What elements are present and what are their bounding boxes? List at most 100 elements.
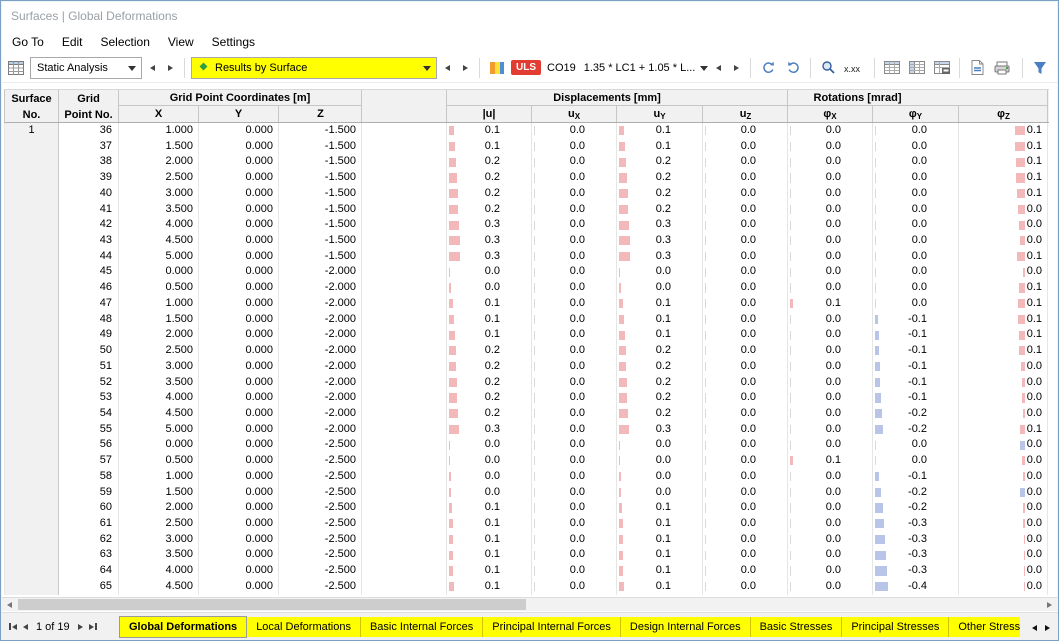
export-report-icon[interactable] <box>966 57 988 79</box>
analysis-next-button[interactable] <box>163 58 178 78</box>
horizontal-scrollbar[interactable] <box>2 597 1057 611</box>
table-row[interactable]: 1 36 1.000 0.000 -1.500 0.1 0.0 0.1 0.0 0.0 0.0 0.1 <box>5 123 1049 139</box>
value-bar <box>1019 220 1025 230</box>
table-row[interactable]: 44 5.000 0.000 -1.500 0.3 0.0 0.3 0.0 0.0 0.0 0.1 <box>5 248 1049 265</box>
table-row[interactable]: 61 2.500 0.000 -2.500 0.1 0.0 0.1 0.0 0.0 -0.3 0.0 <box>5 515 1049 532</box>
table-row[interactable]: 64 4.000 0.000 -2.500 0.1 0.0 0.1 0.0 0.0 -0.3 0.0 <box>5 563 1049 579</box>
cell-value: 0.1 <box>484 532 500 545</box>
scrollbar-thumb[interactable] <box>18 599 526 610</box>
menu-item-view[interactable]: View <box>159 33 203 51</box>
table-row[interactable]: 65 4.500 0.000 -2.500 0.1 0.0 0.1 0.0 0.0 -0.4 0.0 <box>5 578 1049 595</box>
table-row[interactable]: 52 3.500 0.000 -2.000 0.2 0.0 0.2 0.0 0.0 -0.1 0.0 <box>5 374 1049 391</box>
table-row[interactable]: 62 3.000 0.000 -2.500 0.1 0.0 0.1 0.0 0.0 -0.3 0.0 <box>5 531 1049 548</box>
table-row[interactable]: 56 0.000 0.000 -2.500 0.0 0.0 0.0 0.0 0.0 0.0 0.0 <box>5 437 1049 454</box>
tab-principal-stresses[interactable]: Principal Stresses <box>842 616 950 637</box>
u-total-cell: 0.0 <box>447 264 532 281</box>
table-row[interactable]: 50 2.500 0.000 -2.000 0.2 0.0 0.2 0.0 0.0 -0.1 0.1 <box>5 343 1049 359</box>
table-row[interactable]: 37 1.500 0.000 -1.500 0.1 0.0 0.1 0.0 0.0 0.0 0.1 <box>5 138 1049 155</box>
scroll-right-button[interactable] <box>1042 598 1057 611</box>
results-prev-button[interactable] <box>440 58 455 78</box>
tab-basic-internal-forces[interactable]: Basic Internal Forces <box>360 616 484 637</box>
table-row[interactable]: 48 1.500 0.000 -2.000 0.1 0.0 0.1 0.0 0.0 -0.1 0.1 <box>5 311 1049 328</box>
last-page-button[interactable] <box>88 621 98 632</box>
value-bar <box>1016 157 1025 167</box>
analysis-prev-button[interactable] <box>145 58 160 78</box>
combination-prev-button[interactable] <box>711 58 726 78</box>
print-icon[interactable] <box>991 57 1013 79</box>
combination-next-button[interactable] <box>729 58 744 78</box>
table-row[interactable]: 60 2.000 0.000 -2.500 0.1 0.0 0.1 0.0 0.0 -0.2 0.0 <box>5 500 1049 516</box>
bottom-bar: 1 of 19 Global Deformations Local Deforma… <box>1 612 1058 640</box>
spacer-cell <box>362 358 447 375</box>
cell-value: 0.0 <box>569 281 585 294</box>
table-print-icon[interactable] <box>931 57 953 79</box>
decimal-places-icon[interactable]: x.xx <box>842 57 868 79</box>
table-row[interactable]: 43 4.500 0.000 -1.500 0.3 0.0 0.3 0.0 0.0 0.0 0.0 <box>5 233 1049 249</box>
next-page-button[interactable] <box>77 622 84 632</box>
chevron-down-icon[interactable] <box>700 65 709 75</box>
menu-item-settings[interactable]: Settings <box>203 33 264 51</box>
search-values-icon[interactable] <box>817 57 839 79</box>
results-next-button[interactable] <box>458 58 473 78</box>
table-filter-view-icon[interactable] <box>906 57 928 79</box>
u-x-cell: 0.0 <box>532 123 617 139</box>
table-row[interactable]: 59 1.500 0.000 -2.500 0.0 0.0 0.0 0.0 0.0 -0.2 0.0 <box>5 484 1049 501</box>
coord-y-cell: 0.000 <box>199 437 279 454</box>
coord-y-cell: 0.000 <box>199 578 279 595</box>
tab-scroll-left-button[interactable] <box>1032 618 1037 636</box>
table-row[interactable]: 63 3.500 0.000 -2.500 0.1 0.0 0.1 0.0 0.0 -0.3 0.0 <box>5 547 1049 564</box>
table-row[interactable]: 57 0.500 0.000 -2.500 0.0 0.0 0.0 0.0 0.1 0.0 0.0 <box>5 453 1049 469</box>
coord-y-cell: 0.000 <box>199 374 279 391</box>
results-by-surface-combo[interactable]: Results by Surface <box>191 56 437 79</box>
analysis-type-combo[interactable]: Static Analysis <box>30 56 142 79</box>
u-x-cell: 0.0 <box>532 547 617 564</box>
tab-global-deformations[interactable]: Global Deformations <box>119 615 248 638</box>
table-row[interactable]: 49 2.000 0.000 -2.000 0.1 0.0 0.1 0.0 0.0 -0.1 0.1 <box>5 327 1049 344</box>
table-row[interactable]: 46 0.500 0.000 -2.000 0.0 0.0 0.0 0.0 0.0 0.0 0.1 <box>5 280 1049 296</box>
menu-item-selection[interactable]: Selection <box>92 33 159 51</box>
cell-value: 0.0 <box>911 124 927 136</box>
menu-item-edit[interactable]: Edit <box>53 33 92 51</box>
table-row[interactable]: 58 1.000 0.000 -2.500 0.0 0.0 0.0 0.0 0.0 -0.1 0.0 <box>5 468 1049 485</box>
scroll-left-button[interactable] <box>2 598 17 611</box>
value-bar <box>705 267 706 277</box>
table-row[interactable]: 55 5.000 0.000 -2.000 0.3 0.0 0.3 0.0 0.0 -0.2 0.1 <box>5 421 1049 438</box>
table-row[interactable]: 40 3.000 0.000 -1.500 0.2 0.0 0.2 0.0 0.0 0.0 0.1 <box>5 185 1049 202</box>
value-bar <box>875 330 879 340</box>
color-scale-icon[interactable] <box>486 57 508 79</box>
coord-x-cell: 4.000 <box>119 217 199 234</box>
value-bar <box>1023 267 1025 277</box>
value-bar <box>1024 566 1025 576</box>
load-combination-formula[interactable]: 1.35 * LC1 + 1.05 * L... <box>582 62 698 74</box>
table-row[interactable]: 54 4.500 0.000 -2.000 0.2 0.0 0.2 0.0 0.0 -0.2 0.0 <box>5 405 1049 422</box>
phi-x-cell: 0.0 <box>788 484 873 501</box>
table-row[interactable]: 45 0.000 0.000 -2.000 0.0 0.0 0.0 0.0 0.0 0.0 0.0 <box>5 264 1049 281</box>
tab-principal-internal-forces[interactable]: Principal Internal Forces <box>483 616 621 637</box>
table-row[interactable]: 39 2.500 0.000 -1.500 0.2 0.0 0.2 0.0 0.0 0.0 0.1 <box>5 170 1049 186</box>
prev-page-button[interactable] <box>22 622 29 632</box>
first-page-button[interactable] <box>8 621 18 632</box>
table-manager-icon[interactable] <box>5 57 27 79</box>
filter-icon[interactable] <box>1029 57 1051 79</box>
tab-local-deformations[interactable]: Local Deformations <box>247 616 361 637</box>
table-view-icon[interactable] <box>881 57 903 79</box>
table-row[interactable]: 53 4.000 0.000 -2.000 0.2 0.0 0.2 0.0 0.0 -0.1 0.0 <box>5 390 1049 406</box>
tab-basic-stresses[interactable]: Basic Stresses <box>750 616 843 637</box>
sync-forward-icon[interactable] <box>782 57 804 79</box>
toolbar-overflow-button[interactable]: » <box>1054 61 1058 75</box>
tab-scroll-right-button[interactable] <box>1045 618 1050 636</box>
table-row[interactable]: 41 3.500 0.000 -1.500 0.2 0.0 0.2 0.0 0.0 0.0 0.0 <box>5 201 1049 218</box>
tab-other-stresses[interactable]: Other Stresses <box>949 616 1020 637</box>
table-row[interactable]: 51 3.000 0.000 -2.000 0.2 0.0 0.2 0.0 0.0 -0.1 0.0 <box>5 358 1049 375</box>
header-group-displacements: Displacements [mm] |u| uX uY uZ <box>447 90 788 122</box>
cell-value: 0.0 <box>1026 532 1042 545</box>
menu-item-go-to[interactable]: Go To <box>3 33 53 51</box>
table-row[interactable]: 42 4.000 0.000 -1.500 0.3 0.0 0.3 0.0 0.0 0.0 0.0 <box>5 217 1049 234</box>
table-row[interactable]: 47 1.000 0.000 -2.000 0.1 0.0 0.1 0.0 0.1 0.0 0.1 <box>5 295 1049 312</box>
table-row[interactable]: 38 2.000 0.000 -1.500 0.2 0.0 0.2 0.0 0.0 0.0 0.1 <box>5 154 1049 171</box>
phi-y-cell: 0.0 <box>873 185 959 202</box>
surface-no-cell <box>5 390 59 406</box>
sync-backward-icon[interactable] <box>757 57 779 79</box>
tab-design-internal-forces[interactable]: Design Internal Forces <box>620 616 751 637</box>
u-y-cell: 0.0 <box>617 437 703 454</box>
